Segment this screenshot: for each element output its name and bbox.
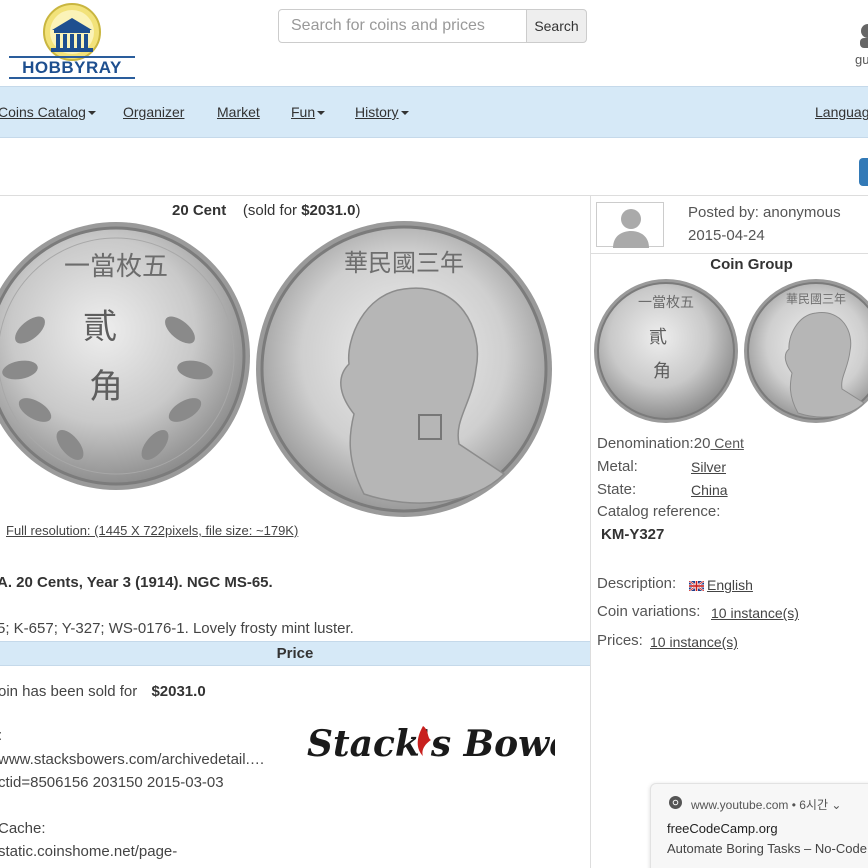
coin-group-title: Coin Group bbox=[710, 256, 793, 273]
coin-group-obverse-thumb[interactable]: 華民國三年 bbox=[742, 277, 868, 425]
denomination-label: Denomination:20 Cent bbox=[597, 435, 744, 452]
svg-text:華民國三年: 華民國三年 bbox=[786, 292, 846, 306]
full-resolution-link[interactable]: Full resolution: (1445 X 722pixels, file… bbox=[6, 523, 298, 538]
notification-source: www.youtube.com • 6시간 ⌄ bbox=[691, 798, 842, 812]
description-english-text: English bbox=[707, 577, 753, 593]
variations-label: Coin variations: bbox=[597, 603, 701, 620]
nav-label: Market bbox=[217, 104, 260, 120]
caret-down-icon bbox=[317, 111, 326, 116]
catalog-ref-label: Catalog reference: bbox=[597, 503, 721, 520]
coin-group-reverse-thumb[interactable]: 一當枚五 貳 角 bbox=[592, 277, 740, 425]
coin-name: 20 Cent bbox=[172, 202, 227, 219]
sold-suffix: ) bbox=[355, 202, 361, 219]
prices-link[interactable]: 10 instance(s) bbox=[650, 634, 738, 650]
column-divider bbox=[590, 196, 591, 868]
svg-text:角: 角 bbox=[653, 361, 671, 382]
nav-language[interactable]: Languag bbox=[815, 104, 868, 120]
notification-body: Automate Boring Tasks – No-Code bbox=[667, 841, 867, 856]
svg-text:貳: 貳 bbox=[83, 307, 117, 347]
svg-text:一當枚五: 一當枚五 bbox=[638, 295, 694, 311]
chrome-icon bbox=[669, 796, 682, 809]
prices-label: Prices: bbox=[597, 632, 643, 649]
stacks-bowers-logo-text: Stack's Bowers bbox=[307, 723, 555, 765]
nav-coins-catalog[interactable]: Coins Catalog bbox=[0, 104, 96, 120]
browser-notification[interactable]: www.youtube.com • 6시간 ⌄ freeCodeCamp.org… bbox=[650, 783, 868, 868]
cache-label: Cache: bbox=[0, 820, 46, 837]
denomination-label-text: Denomination: bbox=[597, 435, 694, 452]
toolbar-button[interactable] bbox=[859, 158, 868, 186]
state-label: State: bbox=[597, 481, 637, 498]
right-divider bbox=[591, 253, 868, 254]
metal-link[interactable]: Silver bbox=[691, 459, 726, 475]
caret-down-icon bbox=[400, 111, 409, 116]
catalog-ref-value: KM-Y327 bbox=[601, 526, 665, 543]
posted-date: 2015-04-24 bbox=[688, 227, 765, 244]
coin-description-title: A. 20 Cents, Year 3 (1914). NGC MS-65. bbox=[0, 574, 273, 591]
coin-reverse-image[interactable]: 一當枚五 貳 角 bbox=[0, 220, 252, 492]
price-section-header: Price bbox=[0, 641, 590, 666]
nav-history[interactable]: History bbox=[355, 104, 409, 120]
coin-title: 20 Cent (sold for $2031.0) bbox=[172, 202, 360, 219]
cache-url[interactable]: static.coinshome.net/page- bbox=[0, 843, 177, 860]
denomination-link[interactable]: Cent bbox=[710, 435, 744, 451]
description-english-link[interactable]: English bbox=[689, 577, 753, 593]
source-label: : bbox=[0, 727, 2, 744]
svg-text:一當枚五: 一當枚五 bbox=[64, 252, 168, 282]
metal-label: Metal: bbox=[597, 458, 638, 475]
source-url[interactable]: www.stacksbowers.com/archivedetail.… bbox=[0, 751, 265, 768]
svg-text:貳: 貳 bbox=[649, 327, 667, 348]
user-avatar-icon[interactable] bbox=[856, 22, 868, 48]
user-silhouette-icon bbox=[613, 209, 649, 248]
nav-label: Organizer bbox=[123, 104, 185, 120]
nav-fun[interactable]: Fun bbox=[291, 104, 326, 120]
nav-label: Coins Catalog bbox=[0, 104, 86, 120]
nav-label: History bbox=[355, 104, 399, 120]
sold-line: oin has been sold for $2031.0 bbox=[0, 683, 206, 700]
logo-text[interactable]: HOBBYRAY bbox=[9, 56, 135, 79]
user-name[interactable]: gu bbox=[855, 52, 868, 67]
search-button[interactable]: Search bbox=[526, 9, 587, 43]
nav-label: Fun bbox=[291, 104, 316, 120]
sold-amount: $2031.0 bbox=[151, 683, 206, 700]
state-link[interactable]: China bbox=[691, 482, 728, 498]
svg-text:角: 角 bbox=[89, 367, 123, 407]
sold-price: $2031.0 bbox=[301, 202, 356, 219]
denomination-value: 20 bbox=[693, 435, 711, 452]
description-label: Description: bbox=[597, 575, 677, 592]
stacks-bowers-logo[interactable]: Stack's Bowers bbox=[305, 716, 555, 770]
nav-market[interactable]: Market bbox=[217, 104, 260, 120]
sold-text: oin has been sold for bbox=[0, 683, 138, 700]
sub-toolbar bbox=[0, 138, 868, 196]
caret-down-icon bbox=[87, 111, 96, 116]
poster-avatar[interactable] bbox=[596, 202, 664, 248]
uk-flag-icon bbox=[689, 581, 704, 592]
posted-by: Posted by: anonymous bbox=[688, 204, 841, 221]
coin-obverse-image[interactable]: 華民國三年 bbox=[254, 219, 554, 519]
variations-link[interactable]: 10 instance(s) bbox=[711, 605, 799, 621]
site-header: HOBBYRAY Search for coins and prices Sea… bbox=[0, 0, 868, 86]
search-input[interactable]: Search for coins and prices bbox=[278, 9, 527, 43]
coin-description-refs: 5; K-657; Y-327; WS-0176-1. Lovely frost… bbox=[0, 620, 354, 637]
notification-title: freeCodeCamp.org bbox=[667, 821, 778, 836]
source-url-continued: ctid=8506156 203150 2015-03-03 bbox=[0, 774, 224, 791]
sold-prefix: (sold for bbox=[242, 202, 302, 219]
svg-text:華民國三年: 華民國三年 bbox=[344, 249, 464, 277]
nav-organizer[interactable]: Organizer bbox=[123, 104, 184, 120]
main-nav: Coins Catalog Organizer Market Fun Histo… bbox=[0, 86, 868, 138]
